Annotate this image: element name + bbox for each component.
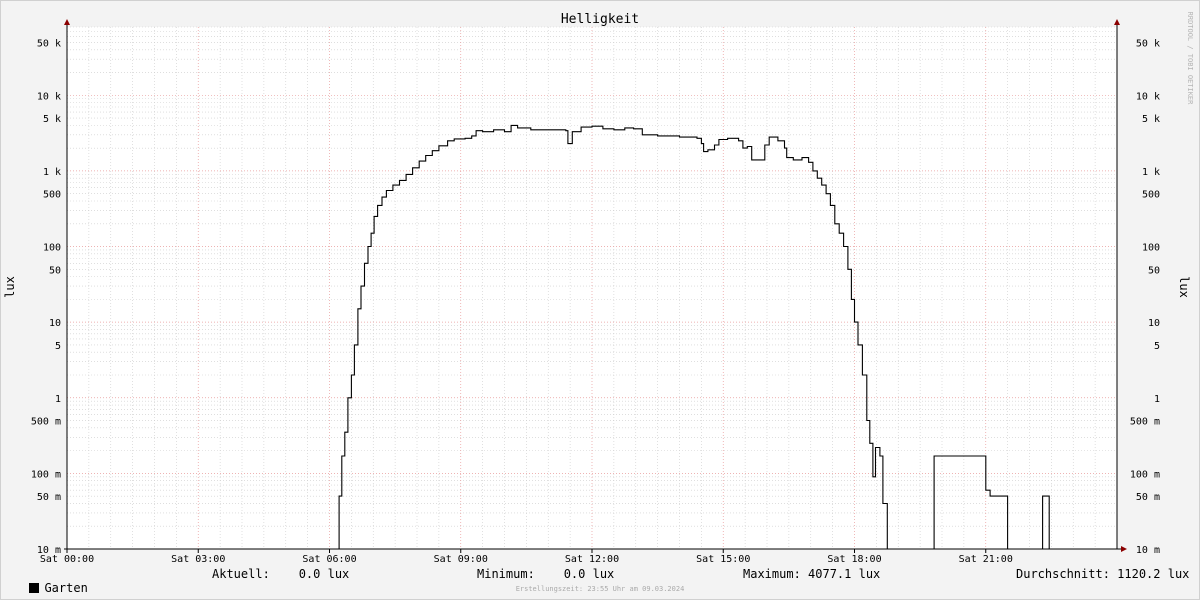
x-tick-label: Sat 15:00 — [696, 554, 750, 565]
y-tick-label-left: 5 — [55, 341, 61, 352]
watermark: RRDTOOL / TOBI OETIKER — [1186, 12, 1194, 106]
x-tick-label: Sat 09:00 — [434, 554, 488, 565]
plot-area: Sat 00:00 Sat 03:00 Sat 06:00 Sat 09:00 Sat … — [31, 19, 1160, 565]
legend-average: Durchschnitt: 1120.2 lux — [1016, 567, 1190, 581]
x-tick-label: Sat 18:00 — [827, 554, 881, 565]
y-tick-label-left: 500 — [43, 190, 61, 201]
brightness-chart: Helligkeit lux lux RRDTOOL / TOBI OETIKE… — [3, 12, 1194, 565]
y-tick-label-left: 10 — [49, 318, 61, 329]
y-tick-label-left: 5 k — [43, 114, 61, 125]
x-tick-label: Sat 12:00 — [565, 554, 619, 565]
y-tick-label-right: 10 — [1148, 318, 1160, 329]
y-tick-label-left: 1 k — [43, 167, 61, 178]
legend-minimum: Minimum: 0.0 lux — [477, 567, 615, 581]
y-tick-label-left: 10 k — [37, 91, 61, 102]
legend-current: Aktuell: 0.0 lux — [212, 567, 350, 581]
y-tick-label-right: 5 k — [1142, 114, 1160, 125]
y-tick-label-right: 50 m — [1136, 492, 1160, 503]
y-tick-label-left: 50 k — [37, 38, 61, 49]
y-axis-label-left: lux — [3, 276, 17, 298]
y-tick-label-right: 100 — [1142, 243, 1160, 254]
y-tick-label-left: 1 — [55, 394, 61, 405]
x-tick-label: Sat 03:00 — [171, 554, 225, 565]
y-axis-right-arrow — [1114, 19, 1120, 25]
y-tick-label-left: 100 m — [31, 469, 61, 480]
footer-timestamp: Erstellungszeit: 23:55 Uhr am 09.03.2024 — [515, 585, 685, 593]
x-axis-arrow — [1121, 546, 1127, 552]
y-tick-label-left: 500 m — [31, 417, 61, 428]
y-tick-label-left: 50 m — [37, 492, 61, 503]
y-tick-label-right: 1 k — [1142, 167, 1160, 178]
y-tick-label-left: 10 m — [37, 545, 61, 556]
chart-title: Helligkeit — [561, 12, 639, 27]
x-tick-label: Sat 21:00 — [959, 554, 1013, 565]
y-tick-label-right: 50 — [1148, 265, 1160, 276]
y-tick-label-right: 50 k — [1136, 38, 1160, 49]
y-tick-label-right: 5 — [1154, 341, 1160, 352]
legend-maximum: Maximum: 4077.1 lux — [743, 567, 881, 581]
y-tick-label-right: 500 m — [1130, 417, 1160, 428]
x-tick-label: Sat 06:00 — [302, 554, 356, 565]
y-axis-label-right: lux — [1177, 276, 1191, 298]
y-tick-label-left: 100 — [43, 243, 61, 254]
y-tick-label-right: 10 m — [1136, 545, 1160, 556]
y-axis-left-arrow — [64, 19, 70, 25]
y-tick-label-right: 500 — [1142, 190, 1160, 201]
y-tick-label-right: 1 — [1154, 394, 1160, 405]
y-tick-label-right: 100 m — [1130, 469, 1160, 480]
y-tick-label-right: 10 k — [1136, 91, 1160, 102]
y-tick-label-left: 50 — [49, 265, 61, 276]
